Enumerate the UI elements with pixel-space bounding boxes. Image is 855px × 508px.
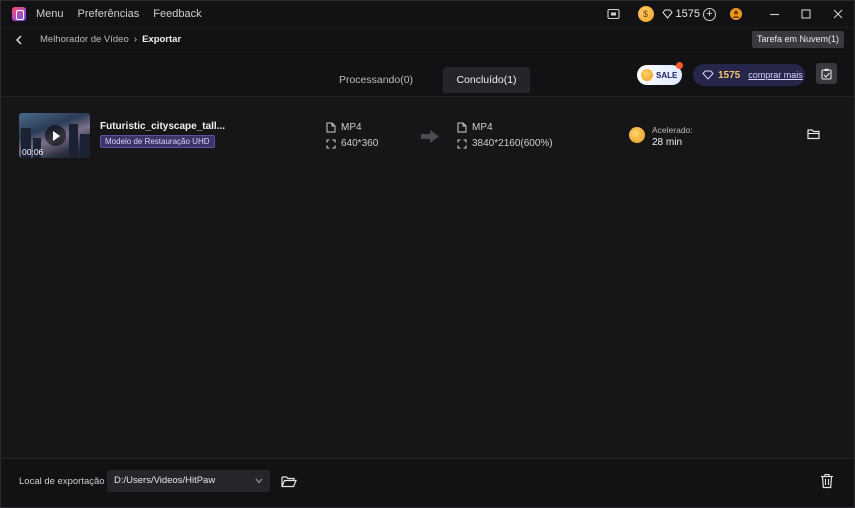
title-bar: Menu Preferências Feedback $ 1575 + (1, 1, 854, 27)
maximize-button[interactable] (790, 1, 822, 27)
export-footer: Local de exportação D:/Users/Videos/HitP… (1, 458, 854, 507)
play-icon[interactable] (45, 125, 66, 146)
video-thumbnail[interactable]: 00:06 (19, 113, 90, 158)
browse-folder-button[interactable] (281, 475, 297, 491)
output-format: MP4 (457, 122, 493, 133)
minimize-button[interactable] (758, 1, 790, 27)
maximize-icon (801, 9, 811, 19)
credits-value: 1575 (675, 8, 700, 20)
task-list-button[interactable] (816, 63, 837, 84)
tab-completed[interactable]: Concluído(1) (443, 67, 530, 93)
coin-icon[interactable]: $ (637, 6, 654, 22)
folder-icon (807, 129, 820, 140)
file-icon (326, 122, 336, 133)
arrow-right-icon (421, 130, 439, 143)
breadcrumb-item-export: Exportar (142, 34, 182, 45)
breadcrumb-item-enhancer[interactable]: Melhorador de Vídeo (40, 34, 129, 45)
accelerated-time: 28 min (652, 137, 683, 148)
sale-button[interactable]: SALE (637, 62, 683, 85)
thumbnail-building (80, 134, 90, 158)
export-location-label: Local de exportação (19, 476, 105, 487)
thumbnail-building (69, 124, 78, 158)
chevron-right-icon: › (133, 34, 138, 45)
file-icon (457, 122, 467, 133)
menu-item-menu[interactable]: Menu (36, 8, 64, 20)
export-path-value: D:/Users/Videos/HitPaw (114, 475, 216, 486)
task-row: 00:06 Futuristic_cityscape_tall... Model… (1, 97, 854, 175)
credits-counter[interactable]: 1575 + (661, 7, 716, 21)
output-resolution: 3840*2160(600%) (457, 138, 553, 149)
close-icon (833, 9, 843, 19)
title-bar-right: $ 1575 + (606, 1, 854, 27)
breadcrumb: Melhorador de Vídeo › Exportar Tarefa em… (1, 27, 854, 51)
menu-item-preferences[interactable]: Preferências (78, 8, 140, 20)
task-list: 00:06 Futuristic_cityscape_tall... Model… (1, 96, 854, 457)
menu-item-feedback[interactable]: Feedback (153, 8, 201, 20)
user-icon[interactable] (728, 6, 744, 22)
minimize-icon (769, 13, 779, 15)
open-folder-button[interactable] (807, 128, 823, 142)
input-format-value: MP4 (341, 122, 362, 133)
plus-icon[interactable]: + (703, 7, 716, 21)
status-tabs: Processando(0) Concluído(1) SALE 1575 co… (1, 52, 854, 96)
delete-button[interactable] (820, 473, 834, 492)
output-format-value: MP4 (472, 122, 493, 133)
folder-open-icon (281, 476, 297, 488)
accelerate-icon (629, 127, 645, 143)
model-badge: Modelo de Restauração UHD (100, 135, 215, 148)
chevron-down-icon (255, 478, 263, 484)
file-name: Futuristic_cityscape_tall... (100, 121, 226, 132)
chevron-left-icon (16, 35, 22, 44)
input-resolution-value: 640*360 (341, 138, 379, 149)
app-window: Menu Preferências Feedback $ 1575 + Melh… (0, 0, 855, 508)
video-duration: 00:06 (22, 147, 44, 157)
tab-processing[interactable]: Processando(0) (318, 67, 434, 93)
output-resolution-value: 3840*2160(600%) (472, 138, 553, 149)
diamond-icon (661, 9, 673, 19)
clipboard-check-icon (821, 68, 832, 80)
expand-icon (457, 138, 467, 149)
export-path-select[interactable]: D:/Users/Videos/HitPaw (107, 470, 270, 492)
expand-icon (326, 138, 336, 149)
credits-pill: 1575 comprar mais (693, 64, 805, 86)
input-resolution: 640*360 (326, 138, 378, 149)
credits-value: 1575 (718, 69, 741, 81)
diamond-icon (702, 70, 714, 80)
back-button[interactable] (13, 34, 25, 46)
input-format: MP4 (326, 122, 362, 133)
close-button[interactable] (822, 1, 854, 27)
accelerated-label: Acelerado: (652, 125, 693, 135)
coin-icon (641, 69, 653, 81)
trash-icon (821, 473, 833, 489)
buy-more-link[interactable]: comprar mais (748, 70, 803, 80)
notification-dot (676, 62, 683, 69)
app-logo-icon (12, 7, 26, 21)
screen-icon[interactable] (606, 6, 622, 22)
cloud-task-button[interactable]: Tarefa em Nuvem(1) (751, 31, 844, 48)
sale-label: SALE (656, 70, 678, 80)
